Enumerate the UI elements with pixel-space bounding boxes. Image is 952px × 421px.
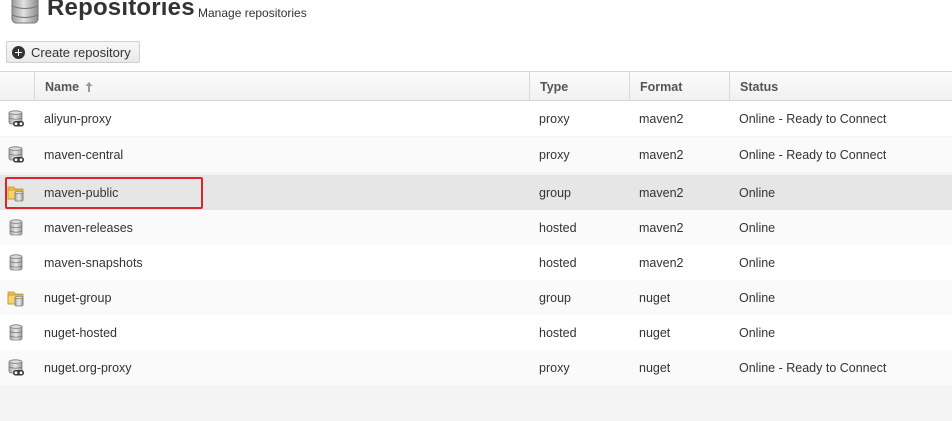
- row-format: maven2: [639, 255, 684, 270]
- row-type: proxy: [539, 360, 570, 375]
- page-subtitle: Manage repositories: [198, 6, 307, 20]
- create-repository-label: Create repository: [31, 44, 131, 60]
- row-type: group: [539, 290, 571, 305]
- row-status: Online - Ready to Connect: [739, 360, 887, 375]
- row-name: aliyun-proxy: [44, 111, 112, 126]
- proxy-repo-icon: [7, 101, 25, 136]
- column-header-type-label: Type: [540, 79, 569, 94]
- grid-header: Name Type Format Status: [0, 71, 952, 101]
- row-type: hosted: [539, 255, 577, 270]
- row-name: maven-central: [44, 147, 124, 162]
- page-header: Repositories Manage repositories: [0, 0, 952, 30]
- group-repo-icon: [7, 280, 25, 315]
- arrow-up-icon: [85, 81, 93, 92]
- column-header-status-label: Status: [740, 79, 779, 94]
- row-format: maven2: [639, 220, 684, 235]
- row-type: proxy: [539, 111, 570, 126]
- row-format: maven2: [639, 111, 684, 126]
- table-row[interactable]: nuget-hosted hosted nuget Online: [0, 315, 952, 350]
- row-type: proxy: [539, 147, 570, 162]
- hosted-repo-icon: [7, 245, 25, 280]
- proxy-repo-icon: [7, 350, 25, 385]
- row-status: Online - Ready to Connect: [739, 111, 887, 126]
- row-status: Online: [739, 325, 776, 340]
- row-status: Online: [739, 220, 776, 235]
- row-format: nuget: [639, 360, 671, 375]
- hosted-repo-icon: [7, 315, 25, 350]
- row-name: nuget.org-proxy: [44, 360, 132, 375]
- table-row[interactable]: maven-snapshots hosted maven2 Online: [0, 245, 952, 280]
- row-type: group: [539, 185, 571, 200]
- plus-circle-icon: [12, 45, 25, 59]
- row-name: maven-public: [44, 185, 119, 200]
- create-repository-button[interactable]: Create repository: [6, 41, 140, 63]
- row-status: Online - Ready to Connect: [739, 147, 887, 162]
- row-type: hosted: [539, 325, 577, 340]
- table-row[interactable]: aliyun-proxy proxy maven2 Online - Ready to…: [0, 101, 952, 136]
- table-row[interactable]: nuget-group group nuget Online: [0, 280, 952, 315]
- table-row[interactable]: maven-public group maven2 Online: [0, 175, 952, 210]
- group-repo-icon: [7, 175, 25, 210]
- table-row[interactable]: maven-releases hosted maven2 Online: [0, 210, 952, 245]
- proxy-repo-icon: [7, 137, 25, 172]
- table-row[interactable]: nuget.org-proxy proxy nuget Online - Ready …: [0, 350, 952, 385]
- repositories-grid: Name Type Format Status aliyun-proxy prox…: [0, 71, 952, 421]
- column-header-type[interactable]: Type: [529, 72, 629, 101]
- repositories-page: Repositories Manage repositories Create …: [0, 0, 952, 421]
- row-name: maven-snapshots: [44, 255, 143, 270]
- column-header-icon: [0, 72, 34, 101]
- row-format: nuget: [639, 290, 671, 305]
- column-header-status[interactable]: Status: [729, 72, 952, 101]
- database-icon: [11, 0, 39, 24]
- hosted-repo-icon: [7, 210, 25, 245]
- column-header-format[interactable]: Format: [629, 72, 729, 101]
- row-status: Online: [739, 185, 776, 200]
- row-format: maven2: [639, 147, 684, 162]
- column-header-name[interactable]: Name: [34, 72, 529, 101]
- page-title: Repositories: [47, 0, 195, 21]
- row-format: maven2: [639, 185, 684, 200]
- column-header-name-label: Name: [45, 79, 80, 94]
- column-header-format-label: Format: [640, 79, 683, 94]
- row-name: nuget-hosted: [44, 325, 117, 340]
- row-status: Online: [739, 255, 776, 270]
- row-type: hosted: [539, 220, 577, 235]
- table-row[interactable]: maven-central proxy maven2 Online - Ready t…: [0, 137, 952, 172]
- row-name: maven-releases: [44, 220, 133, 235]
- row-status: Online: [739, 290, 776, 305]
- row-name: nuget-group: [44, 290, 112, 305]
- row-format: nuget: [639, 325, 671, 340]
